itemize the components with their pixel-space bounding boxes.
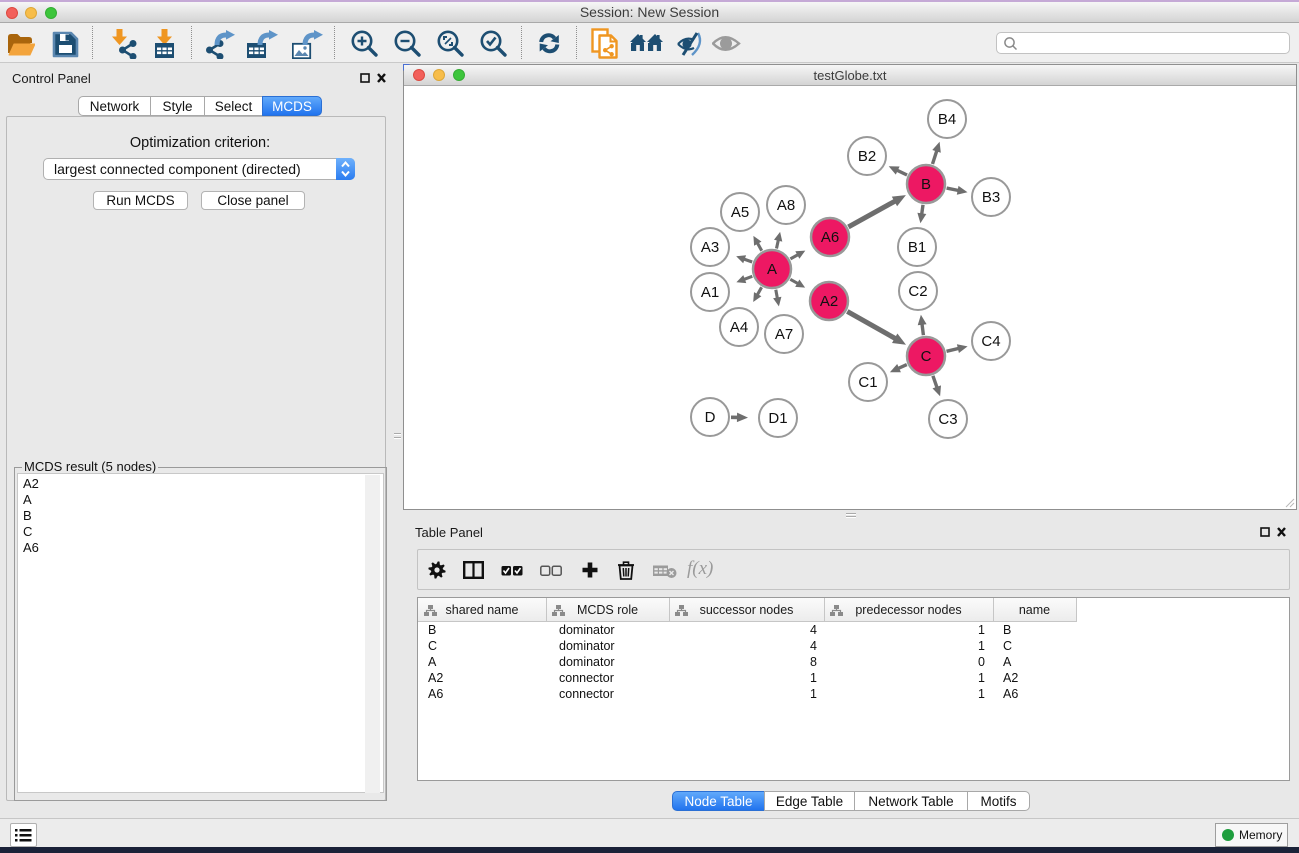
- svg-text:C2: C2: [908, 283, 927, 300]
- svg-text:B3: B3: [982, 189, 1000, 206]
- svg-text:A3: A3: [701, 239, 719, 256]
- svg-text:B4: B4: [938, 111, 956, 128]
- svg-text:C: C: [921, 348, 932, 365]
- svg-text:B: B: [921, 176, 931, 193]
- svg-text:A7: A7: [775, 326, 793, 343]
- svg-text:A5: A5: [731, 204, 749, 221]
- svg-text:A2: A2: [820, 293, 838, 310]
- svg-text:A6: A6: [821, 229, 839, 246]
- svg-text:C1: C1: [858, 374, 877, 391]
- svg-text:B2: B2: [858, 148, 876, 165]
- svg-text:A: A: [767, 261, 777, 278]
- svg-text:C4: C4: [981, 333, 1000, 350]
- svg-text:A4: A4: [730, 319, 748, 336]
- svg-text:A1: A1: [701, 284, 719, 301]
- svg-text:C3: C3: [938, 411, 957, 428]
- svg-text:B1: B1: [908, 239, 926, 256]
- svg-text:D: D: [705, 409, 716, 426]
- svg-text:A8: A8: [777, 197, 795, 214]
- svg-text:D1: D1: [768, 410, 787, 427]
